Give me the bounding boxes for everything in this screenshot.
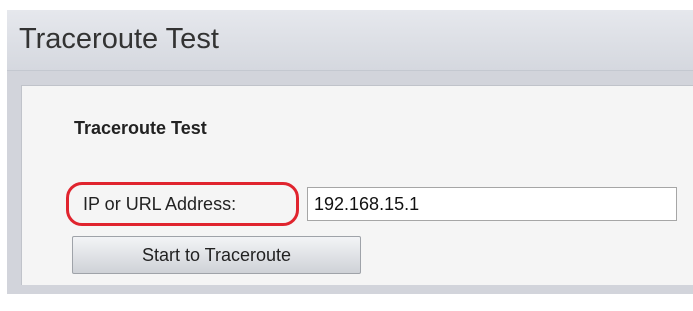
address-label: IP or URL Address: — [83, 194, 237, 214]
address-input[interactable] — [307, 187, 677, 221]
traceroute-panel: Traceroute Test IP or URL Address: Start… — [21, 85, 693, 285]
page-title: Traceroute Test — [19, 23, 219, 55]
traceroute-page: Traceroute Test Traceroute Test IP or UR… — [0, 0, 693, 311]
start-traceroute-button[interactable]: Start to Traceroute — [72, 236, 361, 274]
section-heading: Traceroute Test — [74, 118, 207, 138]
content-area: Traceroute Test IP or URL Address: Start… — [7, 71, 693, 294]
address-label-highlight: IP or URL Address: — [66, 182, 299, 226]
page-header: Traceroute Test — [7, 10, 693, 71]
